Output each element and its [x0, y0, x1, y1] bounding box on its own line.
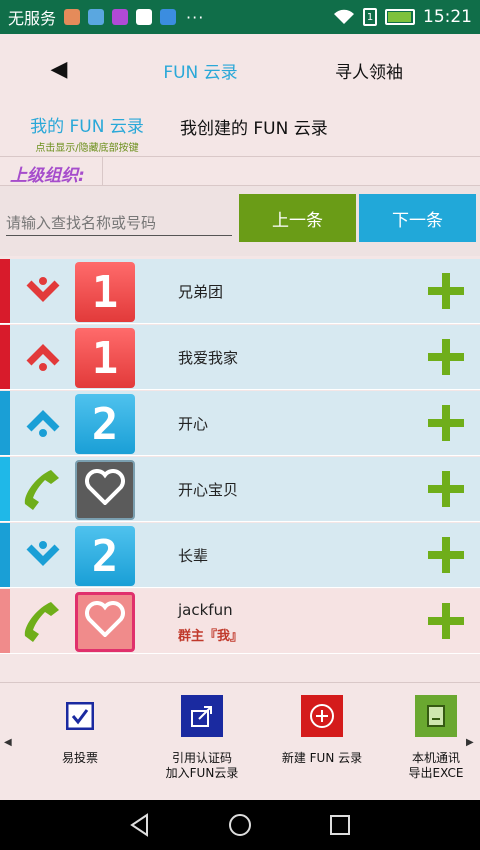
add-member-button[interactable] — [428, 405, 464, 441]
row-color-marker — [0, 589, 10, 653]
group-list: 1 兄弟团 1 我爱我家 2 开心开心宝贝 2 长辈 jackfun 群主『我』 — [0, 256, 480, 682]
add-member-button[interactable] — [428, 537, 464, 573]
group-level-number: 2 — [91, 530, 119, 582]
row-color-marker — [0, 259, 10, 323]
tab-my-label: 我的 FUN 云录 — [30, 117, 144, 137]
join-by-code-label-2: 加入FUN云录 — [165, 766, 239, 780]
status-bar: 无服务 ··· 1 15:21 — [0, 0, 480, 34]
join-by-code-label-1: 引用认证码 — [171, 751, 232, 765]
group-avatar — [75, 460, 135, 520]
tab-created-fun-yunlu[interactable]: 我创建的 FUN 云录 — [180, 114, 328, 139]
group-name: 开心 — [178, 415, 209, 433]
search-bar: 上一条 下一条 — [0, 186, 480, 256]
more-notifications-icon: ··· — [186, 7, 205, 27]
sim-icon: 1 — [363, 8, 377, 26]
join-by-code-button[interactable]: 引用认证码 加入FUN云录 — [152, 695, 252, 781]
list-item[interactable]: 1 兄弟团 — [0, 259, 480, 324]
up-arrow-icon[interactable] — [14, 398, 72, 448]
notification-app-icon — [160, 9, 177, 25]
row-color-marker — [0, 391, 10, 455]
battery-level — [388, 12, 412, 22]
add-circle-icon — [301, 695, 343, 737]
find-leader-link[interactable]: 寻人领袖 — [335, 58, 403, 83]
add-member-button[interactable] — [428, 471, 464, 507]
list-item[interactable]: 2 长辈 — [0, 523, 480, 588]
add-member-button[interactable] — [428, 273, 464, 309]
up-arrow-icon[interactable] — [14, 332, 72, 382]
row-color-marker — [0, 325, 10, 389]
new-fun-yunlu-button[interactable]: 新建 FUN 云录 — [274, 695, 370, 766]
group-name: jackfun — [178, 601, 233, 619]
add-member-button[interactable] — [428, 603, 464, 639]
group-avatar: 2 — [75, 394, 135, 454]
tab-my-hint: 点击显示/隐藏底部按键 — [35, 143, 139, 154]
export-label-2: 导出EXCE — [408, 766, 464, 780]
down-arrow-icon[interactable] — [14, 266, 72, 316]
group-avatar: 1 — [75, 262, 135, 322]
notification-app-icon — [112, 9, 129, 25]
row-color-marker — [0, 457, 10, 521]
group-level-number: 1 — [91, 332, 119, 384]
group-level-number: 2 — [91, 398, 119, 450]
bottom-toolbar: ◀ ▶ 易投票 引用认证码 加入FUN云录 新建 FUN 云录 本机通讯 导出E… — [0, 682, 480, 800]
row-color-marker — [0, 523, 10, 587]
notification-app-icon — [136, 9, 153, 25]
notification-app-icon — [64, 9, 81, 25]
system-nav-bar — [0, 800, 480, 850]
quick-vote-button[interactable]: 易投票 — [44, 695, 116, 766]
group-avatar: 2 — [75, 526, 135, 586]
group-avatar: 1 — [75, 328, 135, 388]
group-name: 我爱我家 — [178, 349, 239, 367]
nav-home-icon[interactable] — [227, 812, 253, 838]
back-arrow-icon: ◀ — [50, 56, 68, 82]
export-label-1: 本机通讯 — [411, 751, 460, 765]
export-icon — [415, 695, 457, 737]
previous-button[interactable]: 上一条 — [239, 194, 356, 242]
checkbox-icon — [59, 695, 101, 737]
export-contacts-button[interactable]: 本机通讯 导出EXCE — [400, 695, 472, 781]
new-fun-yunlu-label: 新建 FUN 云录 — [281, 751, 363, 765]
down-arrow-icon[interactable] — [14, 530, 72, 580]
clock: 15:21 — [423, 7, 472, 27]
app-header: ◀ FUN 云录 寻人领袖 — [0, 34, 480, 106]
group-name: 长辈 — [178, 547, 209, 565]
notification-app-icon — [88, 9, 105, 25]
group-name: 开心宝贝 — [178, 481, 239, 499]
next-button[interactable]: 下一条 — [359, 194, 476, 242]
group-avatar — [75, 592, 135, 652]
group-level-number: 1 — [91, 266, 119, 318]
list-item[interactable]: 1 我爱我家 — [0, 325, 480, 390]
parent-org-label: 上级组织: — [10, 166, 85, 186]
list-item[interactable]: 2 开心 — [0, 391, 480, 456]
nav-back-icon[interactable] — [127, 812, 153, 838]
wifi-icon — [334, 9, 354, 24]
heart-icon — [85, 597, 125, 648]
list-item[interactable]: 开心宝贝 — [0, 457, 480, 522]
carrier-text: 无服务 — [8, 9, 57, 28]
divider — [102, 157, 103, 185]
quick-vote-label: 易投票 — [61, 751, 98, 765]
page-title[interactable]: FUN 云录 — [148, 58, 253, 83]
nav-recents-icon[interactable] — [327, 812, 353, 838]
phone-icon[interactable] — [14, 596, 72, 646]
parent-org-row[interactable]: 上级组织: — [0, 156, 480, 186]
group-name: 兄弟团 — [178, 283, 224, 301]
tab-my-fun-yunlu[interactable]: 我的 FUN 云录 点击显示/隐藏底部按键 — [22, 112, 152, 154]
search-input[interactable] — [6, 210, 232, 236]
share-icon — [181, 695, 223, 737]
add-member-button[interactable] — [428, 339, 464, 375]
back-button[interactable]: ◀ — [44, 54, 74, 84]
group-role-badge: 群主『我』 — [178, 629, 244, 644]
battery-icon — [385, 9, 415, 25]
phone-icon[interactable] — [14, 464, 72, 514]
list-item[interactable]: jackfun 群主『我』 — [0, 589, 480, 654]
scroll-left-icon[interactable]: ◀ — [4, 737, 12, 748]
heart-icon — [85, 465, 125, 516]
